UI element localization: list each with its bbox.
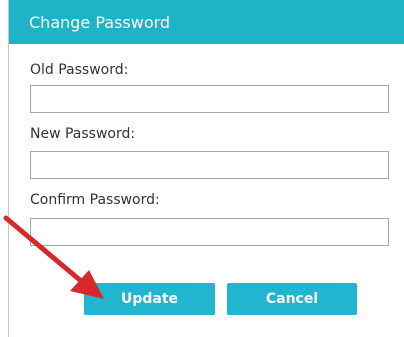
red-arrow-annotation [3, 215, 104, 299]
